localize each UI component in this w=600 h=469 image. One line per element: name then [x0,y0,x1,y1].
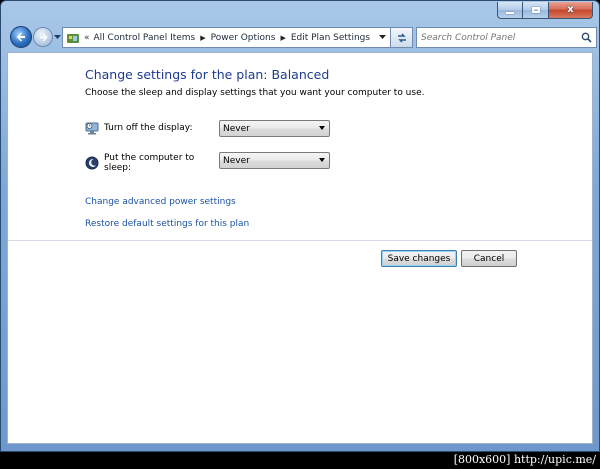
watermark-text: [800x600] http://upic.me/ [453,453,596,466]
breadcrumb-item-power-options[interactable]: Power Options [211,33,276,43]
save-changes-button[interactable]: Save changes [381,250,457,267]
advanced-power-settings-link[interactable]: Change advanced power settings [85,197,236,207]
sleep-timeout-value: Never [223,155,250,166]
breadcrumb-separator-icon[interactable]: ▶ [200,34,205,42]
minimize-icon [506,11,514,14]
content-pane: Change settings for the plan: Balanced C… [7,52,593,444]
caption-buttons: x [497,2,593,19]
window-frame: x « All Control Panel Items ▶ Power Opti… [0,0,600,452]
page-title: Change settings for the plan: Balanced [85,67,330,82]
page-description: Choose the sleep and display settings th… [85,88,425,98]
chevron-down-icon [319,126,325,130]
breadcrumb-item-all-control-panel-items[interactable]: All Control Panel Items [94,33,196,43]
maximize-icon [531,7,540,13]
control-panel-icon [67,33,79,43]
chevron-down-icon [53,34,61,39]
recent-pages-dropdown[interactable] [53,33,61,41]
chevron-down-icon [378,35,386,39]
breadcrumb: All Control Panel Items ▶ Power Options … [94,33,371,43]
restore-defaults-link[interactable]: Restore default settings for this plan [85,219,249,229]
address-bar[interactable]: « All Control Panel Items ▶ Power Option… [62,27,391,48]
display-timeout-value: Never [223,123,250,134]
divider [8,240,592,241]
back-button[interactable] [10,26,32,48]
display-timeout-dropdown[interactable]: Never [219,120,330,137]
address-history-dropdown[interactable] [374,28,390,47]
watermark-strip: [800x600] http://upic.me/ [0,452,600,469]
breadcrumb-separator-icon[interactable]: ▶ [280,34,285,42]
breadcrumb-item-edit-plan-settings[interactable]: Edit Plan Settings [291,33,370,43]
sleep-icon [85,156,99,170]
breadcrumb-overflow[interactable]: « [84,33,90,43]
search-box[interactable] [416,27,597,48]
back-arrow-icon [16,32,25,42]
close-icon: x [567,4,574,15]
display-icon [85,122,99,135]
forward-button[interactable] [33,27,53,47]
search-icon[interactable] [581,32,592,43]
refresh-icon [397,33,406,42]
chevron-down-icon [319,158,325,162]
search-input[interactable] [421,32,571,43]
display-setting-row: Turn off the display: [85,121,220,135]
forward-arrow-icon [39,32,48,42]
sleep-setting-row: Put the computer to sleep: [85,153,220,173]
sleep-timeout-dropdown[interactable]: Never [219,152,330,169]
close-button[interactable]: x [549,2,593,19]
minimize-button[interactable] [497,2,523,19]
refresh-button[interactable] [391,27,413,48]
sleep-setting-label: Put the computer to sleep: [104,153,195,173]
display-setting-label: Turn off the display: [104,123,193,133]
maximize-button[interactable] [523,2,549,19]
navigation-bar: « All Control Panel Items ▶ Power Option… [7,25,597,51]
cancel-button[interactable]: Cancel [461,250,517,267]
